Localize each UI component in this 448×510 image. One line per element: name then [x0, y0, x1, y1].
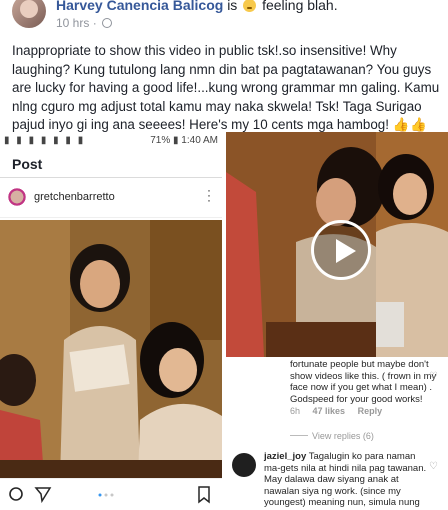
view-replies: View replies (6)	[290, 431, 374, 443]
share-icon	[34, 487, 52, 504]
instagram-actions	[9, 486, 210, 504]
comment-2: jaziel_joy Tagalugin ko para naman ma-ge…	[264, 451, 432, 509]
post-body: Inappropriate to show this video in publ…	[12, 43, 440, 132]
instagram-avatar	[6, 186, 28, 208]
comment-1-text: fortunate people but maybe don't show vi…	[290, 359, 437, 405]
comment-1-likes: 47 likes	[312, 406, 346, 416]
post-meta: 10 hrs ·	[56, 16, 113, 30]
instagram-username: gretchenbarretto	[34, 191, 115, 203]
instagram-title-bar: Post	[0, 148, 222, 178]
more-options-icon: · · ·	[207, 183, 211, 207]
instagram-action-bar	[0, 478, 222, 510]
play-button-icon[interactable]	[311, 220, 371, 280]
heart-icon-2: ♡	[429, 461, 438, 472]
heart-icon: ♡	[429, 371, 438, 382]
status-icons: ▮ ▮ ▮ ▮ ▮ ▮ ▮	[4, 135, 86, 146]
instagram-comments: fortunate people but maybe don't show vi…	[226, 357, 448, 510]
comment-1-time: 6h	[290, 406, 301, 416]
globe-icon	[102, 18, 113, 28]
instagram-screenshot[interactable]: ▮ ▮ ▮ ▮ ▮ ▮ ▮ 71% ▮ 1:40 AM Post gretche…	[0, 132, 224, 510]
author-line: Harvey Canencia Balicog is feeling blah.	[56, 0, 338, 13]
phone-status-bar: ▮ ▮ ▮ ▮ ▮ ▮ ▮ 71% ▮ 1:40 AM	[0, 132, 222, 148]
commenter-avatar	[232, 453, 256, 477]
facebook-post: Harvey Canencia Balicog is feeling blah.…	[0, 0, 448, 510]
status-battery-time: 71% ▮ 1:40 AM	[150, 135, 218, 146]
comment-icon	[9, 487, 23, 501]
video-thumbnail[interactable]	[226, 132, 448, 357]
comment-2-user: jaziel_joy	[264, 451, 307, 462]
comment-1-meta: 6h 47 likes Reply	[290, 406, 382, 418]
feeling-prefix: is	[227, 0, 238, 13]
instagram-user-row: gretchenbarretto · · ·	[0, 178, 222, 218]
sad-emoji-icon	[243, 0, 257, 12]
comment-1-reply: Reply	[357, 406, 383, 416]
author-avatar[interactable]	[12, 0, 46, 28]
photo-scene	[0, 220, 222, 478]
instagram-photo	[0, 220, 222, 478]
bookmark-icon	[198, 486, 210, 504]
post-media[interactable]: ▮ ▮ ▮ ▮ ▮ ▮ ▮ 71% ▮ 1:40 AM Post gretche…	[0, 132, 448, 510]
post-time[interactable]: 10 hrs	[56, 16, 89, 30]
instagram-title: Post	[12, 156, 43, 172]
post-header: Harvey Canencia Balicog is feeling blah.…	[0, 0, 448, 36]
feeling-text: feeling blah.	[262, 0, 338, 13]
author-name[interactable]: Harvey Canencia Balicog	[56, 0, 223, 13]
